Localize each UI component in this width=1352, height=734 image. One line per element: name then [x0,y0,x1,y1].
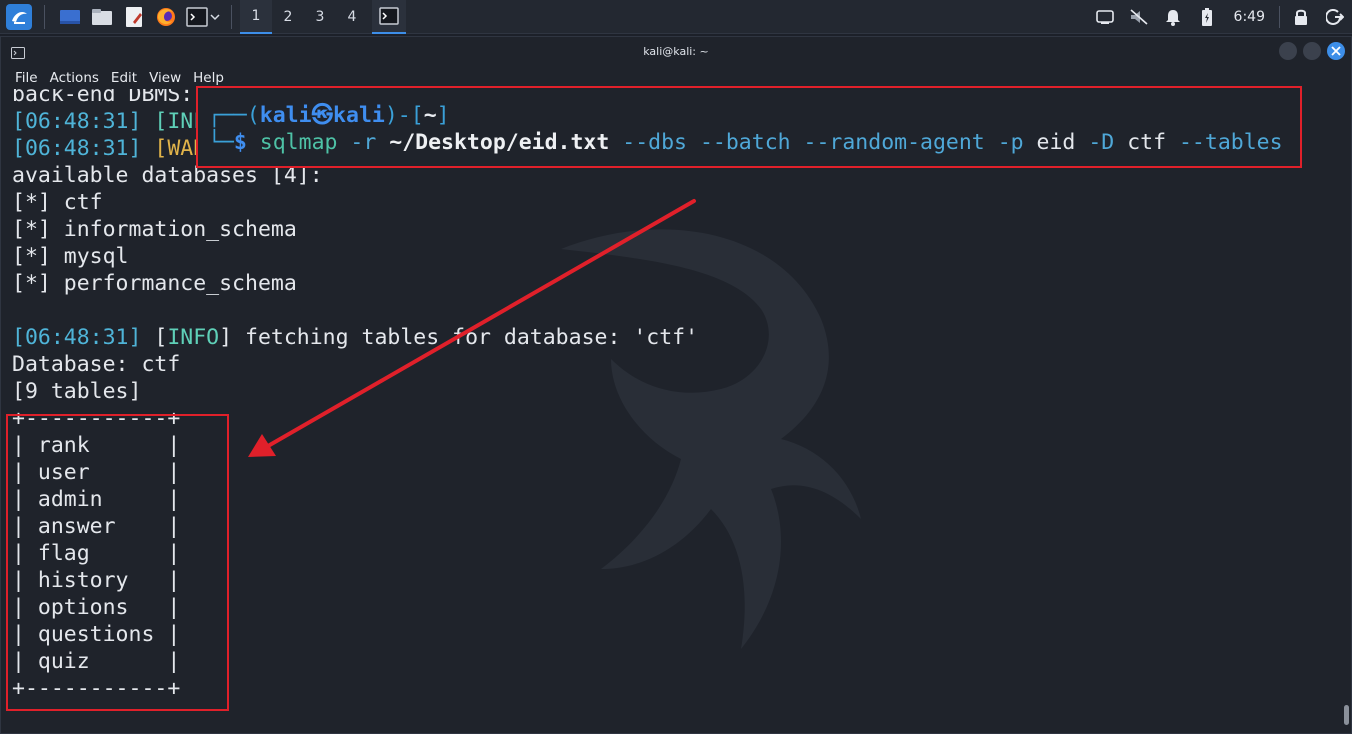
command-line: └─$ sqlmap -r ~/Desktop/eid.txt --dbs --… [208,129,1283,156]
kali-menu-icon[interactable] [2,2,36,32]
menu-edit[interactable]: Edit [105,70,143,86]
window-titlebar[interactable]: kali@kali: ~ [1,37,1351,65]
terminal-launcher-icon[interactable] [183,2,223,32]
prompt-frame: ] [436,103,450,128]
database-item: [*] ctf [12,190,103,215]
close-icon [1331,46,1341,56]
show-desktop-icon[interactable] [55,2,85,32]
volume-muted-icon[interactable] [1122,0,1156,34]
display-icon[interactable] [1088,0,1122,34]
taskbar-separator [44,4,45,29]
maximize-button[interactable] [1303,42,1321,60]
workspace-4[interactable]: 4 [336,0,368,34]
command-path: ~/Desktop/eid.txt [389,130,610,155]
timestamp: [06:48:31] [12,109,142,134]
database-item: [*] information_schema [12,217,297,242]
lock-screen-icon[interactable] [1284,0,1318,34]
notifications-icon[interactable] [1156,0,1190,34]
window-title: kali@kali: ~ [643,44,709,58]
clock[interactable]: 6:49 [1224,9,1275,25]
output-warning-line: [06:48:31] [WAR [12,135,206,162]
log-bracket: ] [219,325,233,350]
output-database-name: Database: ctf [12,352,181,377]
command-option: --random-agent [803,130,985,155]
system-tray: 6:49 [1088,0,1352,34]
database-item: [*] performance_schema [12,271,297,296]
menu-file[interactable]: File [9,70,44,86]
taskbar-terminal-window[interactable] [372,0,406,34]
taskbar-separator [231,4,232,29]
taskbar: 1 2 3 4 6:49 [0,0,1352,34]
prompt-frame: )-[ [384,103,424,128]
log-tag: INFO [167,325,220,350]
workspace-2[interactable]: 2 [272,0,304,34]
menu-view[interactable]: View [143,70,187,86]
file-manager-icon[interactable] [87,2,117,32]
menu-help[interactable]: Help [187,70,230,86]
log-bracket: [ [141,325,168,350]
database-item: [*] mysql [12,244,129,269]
output-tables-count: [9 tables] [12,379,142,404]
command-option: --batch [699,130,791,155]
command-option: -p [997,130,1024,155]
firefox-icon[interactable] [151,2,181,32]
terminal-window-icon [11,44,25,63]
text-editor-icon[interactable] [119,2,149,32]
kali-dragon-watermark [561,229,861,649]
timestamp: [06:48:31] [12,136,142,161]
command-option: -r [350,130,377,155]
workspace-1[interactable]: 1 [240,0,272,34]
command-argument: ctf [1127,130,1167,155]
logout-icon[interactable] [1318,0,1352,34]
prompt-dollar: $ [233,130,247,155]
minimize-button[interactable] [1279,42,1297,60]
command-highlight-box: ┌──(kali㉿kali)-[~] └─$ sqlmap -r ~/Deskt… [196,86,1302,168]
tables-highlight-box [6,414,229,711]
battery-icon[interactable] [1190,0,1224,34]
command-option: --dbs [622,130,688,155]
command-argument: eid [1036,130,1076,155]
tray-separator [1279,6,1280,28]
terminal-scrollbar[interactable] [1344,705,1349,725]
timestamp: [06:48:31] [12,325,142,350]
prompt-frame: ┌──( [208,103,260,128]
chevron-down-icon [210,13,220,20]
menu-actions[interactable]: Actions [44,70,105,86]
command-option: -D [1088,130,1115,155]
prompt-line: ┌──(kali㉿kali)-[~] [208,102,450,129]
workspace-3[interactable]: 3 [304,0,336,34]
command-name: sqlmap [259,130,338,155]
output-backend-dbms: back-end DBMS: [12,89,194,107]
output-info-line: [06:48:31] [INF [12,108,206,135]
prompt-user: kali㉿kali [259,103,385,128]
close-button[interactable] [1327,42,1345,60]
output-fetch-tables: [06:48:31] [INFO] fetching tables for da… [12,324,698,351]
prompt-frame: └─ [208,130,234,155]
prompt-cwd: ~ [423,103,437,128]
log-message: fetching tables for database: 'ctf' [232,325,699,350]
command-option: --tables [1178,130,1283,155]
